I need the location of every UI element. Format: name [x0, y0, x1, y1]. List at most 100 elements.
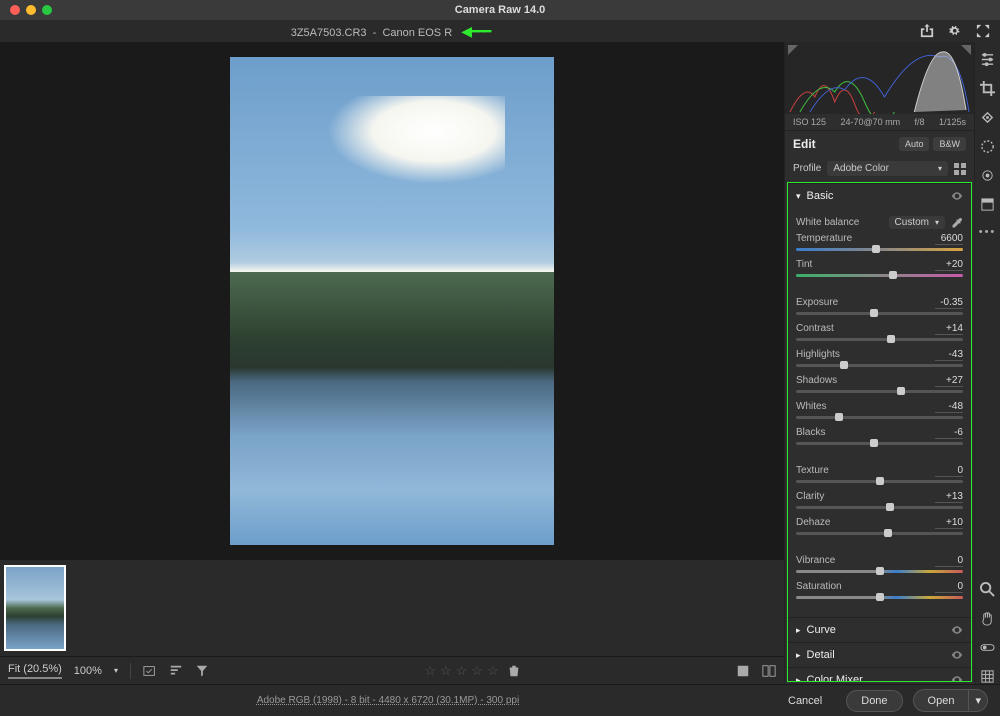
- eye-icon[interactable]: [951, 190, 963, 202]
- sort-icon[interactable]: [169, 664, 183, 678]
- slider-temperature[interactable]: Temperature 6600: [796, 233, 963, 251]
- share-icon[interactable]: [920, 24, 934, 38]
- slider-thumb[interactable]: [876, 477, 884, 485]
- slider-dehaze[interactable]: Dehaze +10: [796, 517, 963, 535]
- star-icon[interactable]: ☆: [424, 663, 436, 679]
- compare-view-icon[interactable]: [762, 664, 776, 678]
- wb-select[interactable]: Custom▾: [889, 216, 945, 229]
- star-icon[interactable]: ☆: [440, 663, 452, 679]
- eyedropper-icon[interactable]: [951, 217, 963, 229]
- star-icon[interactable]: ☆: [471, 663, 483, 679]
- filter-icon[interactable]: [195, 664, 209, 678]
- single-view-icon[interactable]: [736, 664, 750, 678]
- mask-icon[interactable]: [980, 139, 995, 154]
- histogram[interactable]: [785, 42, 974, 114]
- slider-thumb[interactable]: [876, 567, 884, 575]
- slider-clarity[interactable]: Clarity +13: [796, 491, 963, 509]
- eye-icon[interactable]: [951, 649, 963, 661]
- zoom-icon[interactable]: [980, 582, 995, 597]
- eye-icon[interactable]: [951, 624, 963, 636]
- slider-value[interactable]: +13: [935, 491, 963, 503]
- filmstrip-thumbnail[interactable]: [4, 565, 66, 651]
- checkbox-icon[interactable]: [143, 664, 157, 678]
- zoom-chevron-icon[interactable]: ▾: [114, 666, 118, 675]
- slider-thumb[interactable]: [886, 503, 894, 511]
- heal-icon[interactable]: [980, 110, 995, 125]
- slider-track[interactable]: [796, 596, 963, 599]
- edit-sliders-icon[interactable]: [980, 52, 995, 67]
- slider-value[interactable]: -43: [935, 349, 963, 361]
- open-button[interactable]: Open: [913, 689, 970, 712]
- slider-thumb[interactable]: [889, 271, 897, 279]
- slider-value[interactable]: 0: [935, 581, 963, 593]
- slider-texture[interactable]: Texture 0: [796, 465, 963, 483]
- presets-icon[interactable]: [980, 197, 995, 212]
- eye-icon[interactable]: [951, 674, 963, 682]
- hand-icon[interactable]: [980, 611, 995, 626]
- slider-value[interactable]: +27: [935, 375, 963, 387]
- clip-shadow-icon[interactable]: [788, 45, 798, 55]
- slider-saturation[interactable]: Saturation 0: [796, 581, 963, 599]
- slider-value[interactable]: -48: [935, 401, 963, 413]
- slider-whites[interactable]: Whites -48: [796, 401, 963, 419]
- zoom-100[interactable]: 100%: [74, 665, 102, 677]
- fullscreen-icon[interactable]: [976, 24, 990, 38]
- slider-value[interactable]: +20: [935, 259, 963, 271]
- slider-track[interactable]: [796, 338, 963, 341]
- slider-exposure[interactable]: Exposure -0.35: [796, 297, 963, 315]
- star-icon[interactable]: ☆: [487, 663, 499, 679]
- slider-thumb[interactable]: [835, 413, 843, 421]
- workflow-link[interactable]: Adobe RGB (1998) - 8 bit - 4480 x 6720 (…: [12, 695, 764, 706]
- slider-track[interactable]: [796, 416, 963, 419]
- slider-track[interactable]: [796, 312, 963, 315]
- slider-contrast[interactable]: Contrast +14: [796, 323, 963, 341]
- slider-shadows[interactable]: Shadows +27: [796, 375, 963, 393]
- redeye-icon[interactable]: [980, 168, 995, 183]
- curve-panel-header[interactable]: ▸ Curve: [788, 617, 971, 642]
- auto-button[interactable]: Auto: [899, 137, 930, 151]
- slider-thumb[interactable]: [840, 361, 848, 369]
- slider-value[interactable]: -0.35: [935, 297, 963, 309]
- more-icon[interactable]: •••: [979, 226, 997, 238]
- crop-icon[interactable]: [980, 81, 995, 96]
- slider-track[interactable]: [796, 442, 963, 445]
- slider-highlights[interactable]: Highlights -43: [796, 349, 963, 367]
- color-mixer-panel-header[interactable]: ▸ Color Mixer: [788, 667, 971, 682]
- open-dropdown-button[interactable]: ▾: [969, 689, 988, 712]
- slider-track[interactable]: [796, 506, 963, 509]
- trash-icon[interactable]: [507, 664, 521, 678]
- star-icon[interactable]: ☆: [456, 663, 468, 679]
- zoom-fit[interactable]: Fit (20.5%): [8, 663, 62, 679]
- detail-panel-header[interactable]: ▸ Detail: [788, 642, 971, 667]
- slider-value[interactable]: -6: [935, 427, 963, 439]
- slider-tint[interactable]: Tint +20: [796, 259, 963, 277]
- basic-panel-header[interactable]: ▾ Basic: [788, 183, 971, 208]
- slider-value[interactable]: 6600: [935, 233, 963, 245]
- done-button[interactable]: Done: [846, 690, 902, 712]
- clip-highlight-icon[interactable]: [961, 45, 971, 55]
- image-canvas[interactable]: [0, 42, 784, 560]
- slider-blacks[interactable]: Blacks -6: [796, 427, 963, 445]
- slider-track[interactable]: [796, 532, 963, 535]
- slider-thumb[interactable]: [870, 309, 878, 317]
- slider-value[interactable]: 0: [935, 465, 963, 477]
- slider-track[interactable]: [796, 570, 963, 573]
- profile-browser-icon[interactable]: [954, 163, 966, 175]
- slider-track[interactable]: [796, 390, 963, 393]
- slider-value[interactable]: +14: [935, 323, 963, 335]
- bw-button[interactable]: B&W: [933, 137, 966, 151]
- slider-thumb[interactable]: [887, 335, 895, 343]
- cancel-button[interactable]: Cancel: [774, 691, 836, 711]
- slider-value[interactable]: +10: [935, 517, 963, 529]
- slider-track[interactable]: [796, 274, 963, 277]
- slider-value[interactable]: 0: [935, 555, 963, 567]
- slider-vibrance[interactable]: Vibrance 0: [796, 555, 963, 573]
- slider-track[interactable]: [796, 480, 963, 483]
- slider-track[interactable]: [796, 364, 963, 367]
- rating-stars[interactable]: ☆ ☆ ☆ ☆ ☆: [424, 663, 520, 679]
- slider-thumb[interactable]: [872, 245, 880, 253]
- slider-thumb[interactable]: [876, 593, 884, 601]
- slider-thumb[interactable]: [897, 387, 905, 395]
- gear-icon[interactable]: [948, 24, 962, 38]
- toggle-icon[interactable]: [980, 640, 995, 655]
